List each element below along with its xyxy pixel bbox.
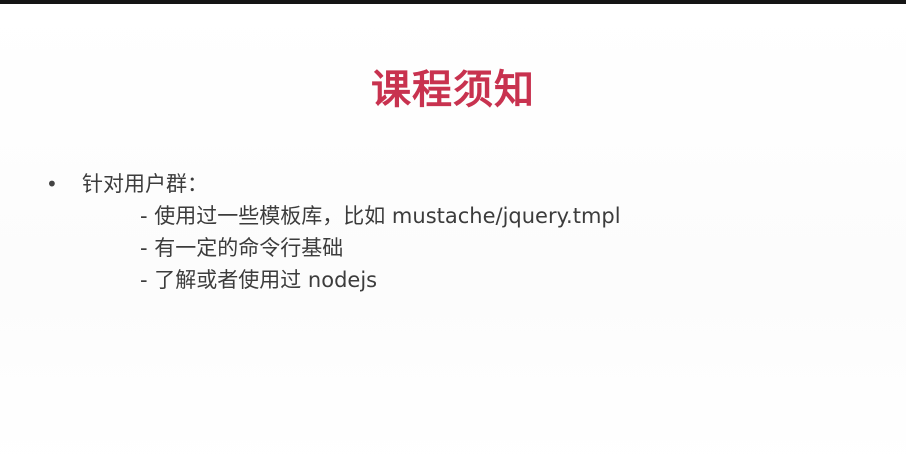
list-item: - 了解或者使用过 nodejs <box>140 268 378 292</box>
bullet-item-audience: • 针对用户群： <box>46 168 208 200</box>
bullet-dot-icon: • <box>46 172 58 196</box>
list-item: - 有一定的命令行基础 <box>140 236 344 260</box>
slide-title: 课程须知 <box>371 67 535 113</box>
bullet-text: 针对用户群： <box>82 172 208 196</box>
sub-list: - 使用过一些模板库，比如 mustache/jquery.tmpl - 有一定… <box>140 200 621 296</box>
slide: 课程须知 • 针对用户群： - 使用过一些模板库，比如 mustache/jqu… <box>0 4 906 472</box>
list-item: - 使用过一些模板库，比如 mustache/jquery.tmpl <box>140 204 621 228</box>
